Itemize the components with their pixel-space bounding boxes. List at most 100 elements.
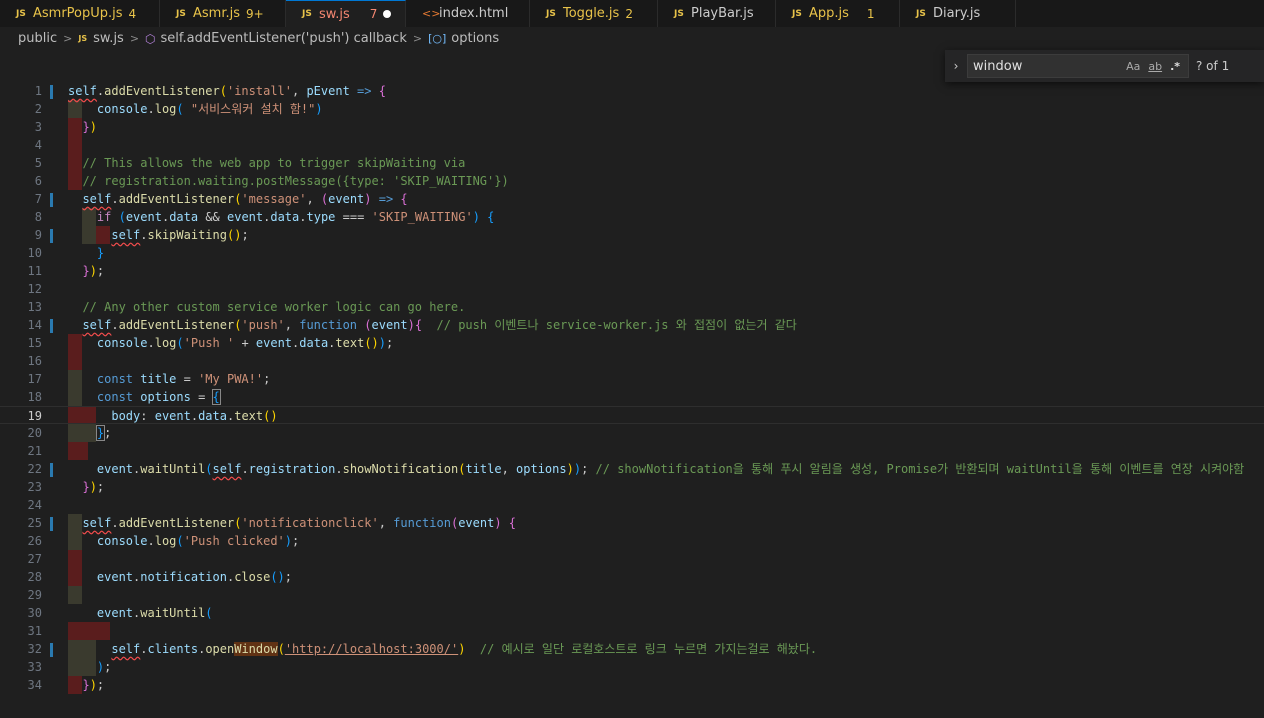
tab-app[interactable]: JS App.js 1 xyxy=(776,0,900,27)
code-editor[interactable]: 1 self.addEventListener('install', pEven… xyxy=(0,82,1264,718)
breadcrumb-folder[interactable]: public xyxy=(18,31,57,46)
problem-count-badge: 4 xyxy=(128,6,137,21)
code-line[interactable]: 5 // This allows the web app to trigger … xyxy=(0,154,1264,172)
current-code-line[interactable]: 19 body: event.data.text() xyxy=(0,406,1264,424)
line-number: 22 xyxy=(27,462,42,476)
code-text[interactable]: ); xyxy=(68,658,111,676)
code-text[interactable]: event.waitUntil( xyxy=(68,604,213,622)
find-input-value[interactable]: window xyxy=(973,59,1126,74)
line-number: 15 xyxy=(27,336,42,350)
toggle-replace-chevron-icon[interactable]: › xyxy=(945,59,967,73)
tab-toggle[interactable]: JS Toggle.js 2 xyxy=(530,0,658,27)
code-line[interactable]: 29 xyxy=(0,586,1264,604)
string-literal: 'install' xyxy=(226,84,292,98)
code-line[interactable]: 14 self.addEventListener('push', functio… xyxy=(0,316,1264,334)
code-line[interactable]: 27 xyxy=(0,550,1264,568)
code-line[interactable]: 21 xyxy=(0,442,1264,460)
code-comment: // registration.waiting.postMessage({typ… xyxy=(82,174,509,188)
code-line[interactable]: 6 // registration.waiting.postMessage({t… xyxy=(0,172,1264,190)
code-line[interactable]: 15 console.log('Push ' + event.data.text… xyxy=(0,334,1264,352)
code-line[interactable]: 12 xyxy=(0,280,1264,298)
code-line[interactable]: 33 ); xyxy=(0,658,1264,676)
code-text[interactable]: body: event.data.text() xyxy=(68,407,277,425)
regex-toggle[interactable]: .* xyxy=(1170,60,1180,73)
code-text[interactable]: self.addEventListener('notificationclick… xyxy=(68,514,516,532)
string-literal: 'SKIP_WAITING' xyxy=(371,210,473,224)
unsaved-dot-icon[interactable] xyxy=(383,10,391,18)
code-text[interactable]: console.log( "서비스워커 설치 함!") xyxy=(68,100,323,118)
match-case-toggle[interactable]: Aa xyxy=(1126,60,1140,73)
problem-count-badge: 1 xyxy=(866,6,875,21)
code-line[interactable]: 7 self.addEventListener('message', (even… xyxy=(0,190,1264,208)
tab-playbar[interactable]: JS PlayBar.js xyxy=(658,0,776,27)
code-text[interactable]: event.notification.close(); xyxy=(68,568,292,586)
git-change-marker xyxy=(50,517,53,531)
code-text[interactable]: self.clients.openWindow('http://localhos… xyxy=(68,640,817,658)
line-number: 28 xyxy=(27,570,42,584)
tab-asmrpopup[interactable]: JS AsmrPopUp.js 4 xyxy=(0,0,160,27)
line-number: 2 xyxy=(34,102,42,116)
code-text[interactable]: // This allows the web app to trigger sk… xyxy=(68,154,465,172)
line-number: 30 xyxy=(27,606,42,620)
code-text[interactable]: if (event.data && event.data.type === 'S… xyxy=(68,208,494,226)
code-line[interactable]: 1 self.addEventListener('install', pEven… xyxy=(0,82,1264,100)
code-line[interactable]: 20 }; xyxy=(0,424,1264,442)
code-line[interactable]: 4 xyxy=(0,136,1264,154)
find-input[interactable]: window Aa ab .* xyxy=(967,54,1189,78)
code-line[interactable]: 8 if (event.data && event.data.type === … xyxy=(0,208,1264,226)
line-number: 19 xyxy=(27,409,42,423)
code-text[interactable]: }; xyxy=(68,424,111,442)
code-text[interactable]: self.addEventListener('push', function (… xyxy=(68,316,796,334)
code-line[interactable]: 23 }); xyxy=(0,478,1264,496)
code-line[interactable]: 16 xyxy=(0,352,1264,370)
code-text[interactable]: }) xyxy=(68,118,96,136)
code-text[interactable]: // Any other custom service worker logic… xyxy=(68,298,465,316)
code-text[interactable]: console.log('Push ' + event.data.text())… xyxy=(68,334,393,352)
code-line[interactable]: 3 }) xyxy=(0,118,1264,136)
tab-diary[interactable]: JS Diary.js xyxy=(900,0,1016,27)
tab-sw[interactable]: JS sw.js 7 xyxy=(286,0,406,27)
code-line[interactable]: 18 const options = { xyxy=(0,388,1264,406)
code-line[interactable]: 11 }); xyxy=(0,262,1264,280)
code-line[interactable]: 31 xyxy=(0,622,1264,640)
editor-tab-bar: JS AsmrPopUp.js 4 JS Asmr.js 9+ JS sw.js… xyxy=(0,0,1264,27)
find-result-count: ? of 1 xyxy=(1196,59,1230,73)
code-text[interactable]: console.log('Push clicked'); xyxy=(68,532,299,550)
code-line[interactable]: 28 event.notification.close(); xyxy=(0,568,1264,586)
whole-word-toggle[interactable]: ab xyxy=(1148,60,1162,73)
code-line[interactable]: 13 // Any other custom service worker lo… xyxy=(0,298,1264,316)
code-text[interactable]: const options = { xyxy=(68,388,221,406)
line-number: 31 xyxy=(27,624,42,638)
code-text[interactable]: }); xyxy=(68,676,104,694)
code-text[interactable]: self.skipWaiting(); xyxy=(68,226,248,244)
breadcrumb-symbol[interactable]: self.addEventListener('push') callback xyxy=(161,31,407,46)
code-line[interactable]: 24 xyxy=(0,496,1264,514)
code-text[interactable]: } xyxy=(68,244,104,262)
code-line[interactable]: 9 self.skipWaiting(); xyxy=(0,226,1264,244)
code-text[interactable]: self.addEventListener('message', (event)… xyxy=(68,190,407,208)
code-text[interactable]: }); xyxy=(68,262,104,280)
code-line[interactable]: 25 self.addEventListener('notificationcl… xyxy=(0,514,1264,532)
code-text[interactable]: event.waitUntil(self.registration.showNo… xyxy=(68,460,1244,478)
tab-label: Toggle.js xyxy=(563,6,620,21)
tab-asmr[interactable]: JS Asmr.js 9+ xyxy=(160,0,286,27)
code-text[interactable]: self.addEventListener('install', pEvent … xyxy=(68,82,386,100)
code-line[interactable]: 34 }); xyxy=(0,676,1264,694)
code-line[interactable]: 2 console.log( "서비스워커 설치 함!") xyxy=(0,100,1264,118)
chevron-right-icon: > xyxy=(63,32,73,45)
code-line[interactable]: 30 event.waitUntil( xyxy=(0,604,1264,622)
code-line[interactable]: 22 event.waitUntil(self.registration.sho… xyxy=(0,460,1264,478)
code-line[interactable]: 32 self.clients.openWindow('http://local… xyxy=(0,640,1264,658)
breadcrumb-file[interactable]: sw.js xyxy=(93,31,124,46)
breadcrumb-field[interactable]: options xyxy=(451,31,499,46)
code-line[interactable]: 10 } xyxy=(0,244,1264,262)
url-link[interactable]: 'http://localhost:3000/' xyxy=(285,642,458,656)
git-change-marker xyxy=(50,463,53,477)
code-line[interactable]: 17 const title = 'My PWA!'; xyxy=(0,370,1264,388)
tab-index-html[interactable]: <> index.html xyxy=(406,0,530,27)
code-text[interactable]: // registration.waiting.postMessage({typ… xyxy=(68,172,509,190)
code-text[interactable]: }); xyxy=(68,478,104,496)
code-line[interactable]: 26 console.log('Push clicked'); xyxy=(0,532,1264,550)
string-literal: 'My PWA!' xyxy=(198,372,264,386)
code-text[interactable]: const title = 'My PWA!'; xyxy=(68,370,270,388)
